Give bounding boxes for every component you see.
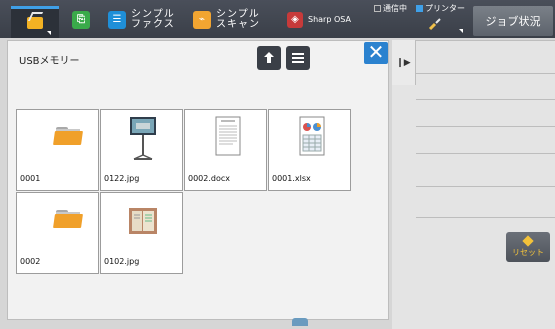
- panel-title: USBメモリー: [19, 56, 80, 67]
- fax-icon: ☰: [108, 11, 126, 29]
- file-tile[interactable]: 0002: [16, 192, 99, 274]
- file-tile[interactable]: 0001: [16, 109, 99, 191]
- image-thumbnail-icon: [129, 208, 157, 234]
- folder-icon: [53, 210, 83, 228]
- file-name: 0001: [20, 174, 41, 183]
- file-name: 0001.xlsx: [272, 174, 311, 183]
- copy-button[interactable]: ⎘: [72, 8, 95, 32]
- file-tile[interactable]: 0102.jpg: [100, 192, 183, 274]
- expand-arrow-icon: ❙▶: [396, 57, 411, 68]
- simple-scan-label-bottom: スキャン: [216, 19, 260, 30]
- side-divider: [416, 217, 555, 218]
- up-folder-button[interactable]: [257, 46, 281, 70]
- screen: ⎘ ☰ シンプル ファクス ⌁ シンプル スキャン ◈ Sharp OSA 通信…: [0, 0, 555, 329]
- file-tile[interactable]: 0002.docx: [184, 109, 267, 191]
- printer-status[interactable]: プリンター: [416, 3, 465, 14]
- close-button[interactable]: ✕: [364, 42, 388, 64]
- document-thumbnail-icon: [215, 116, 241, 156]
- file-name: 0102.jpg: [104, 257, 140, 266]
- comm-status-icon: [374, 5, 381, 12]
- scan-icon: ⌁: [193, 11, 211, 29]
- file-tile[interactable]: 0001.xlsx: [268, 109, 351, 191]
- side-divider: [416, 153, 555, 154]
- file-name: 0122.jpg: [104, 174, 140, 183]
- scroll-indicator[interactable]: [292, 318, 308, 326]
- side-divider: [416, 99, 555, 100]
- reset-label: リセット: [512, 247, 544, 257]
- side-divider: [416, 73, 555, 74]
- file-name: 0002.docx: [188, 174, 231, 183]
- folder-icon: [53, 127, 83, 145]
- side-divider: [416, 40, 555, 41]
- printer-dropdown-icon: [459, 29, 463, 33]
- dropdown-indicator-icon: [47, 31, 51, 35]
- side-divider: [416, 186, 555, 187]
- printer-brush-icon: [428, 18, 441, 31]
- simple-fax-button[interactable]: ☰ シンプル ファクス: [108, 8, 175, 32]
- sharp-osa-button[interactable]: ◈ Sharp OSA: [287, 8, 351, 32]
- printer-status-icon: [416, 5, 423, 12]
- comm-status-label: 通信中: [383, 4, 407, 13]
- osa-icon: ◈: [287, 12, 303, 28]
- top-bar: ⎘ ☰ シンプル ファクス ⌁ シンプル スキャン ◈ Sharp OSA 通信…: [0, 0, 555, 38]
- side-panel-toggle[interactable]: ❙▶: [392, 40, 416, 85]
- home-button[interactable]: [11, 6, 59, 38]
- file-tile[interactable]: 0122.jpg: [100, 109, 183, 191]
- simple-fax-label-bottom: ファクス: [131, 19, 175, 30]
- spreadsheet-thumbnail-icon: [299, 116, 325, 156]
- file-name: 0002: [20, 257, 41, 266]
- reset-icon: [522, 234, 534, 247]
- list-icon: [292, 53, 304, 63]
- reset-button[interactable]: リセット: [506, 232, 550, 262]
- job-status-button[interactable]: ジョブ状況: [473, 6, 553, 36]
- up-arrow-icon: [264, 52, 274, 63]
- list-view-button[interactable]: [286, 46, 310, 70]
- side-panel: [392, 40, 555, 329]
- comm-status: 通信中: [374, 3, 407, 14]
- simple-scan-button[interactable]: ⌁ シンプル スキャン: [193, 8, 260, 32]
- printer-status-label: プリンター: [425, 4, 465, 13]
- side-divider: [416, 126, 555, 127]
- copy-icon: ⎘: [72, 11, 90, 29]
- sharp-osa-label: Sharp OSA: [308, 15, 351, 24]
- folder-icon: [27, 17, 43, 29]
- image-thumbnail-icon: [130, 117, 156, 160]
